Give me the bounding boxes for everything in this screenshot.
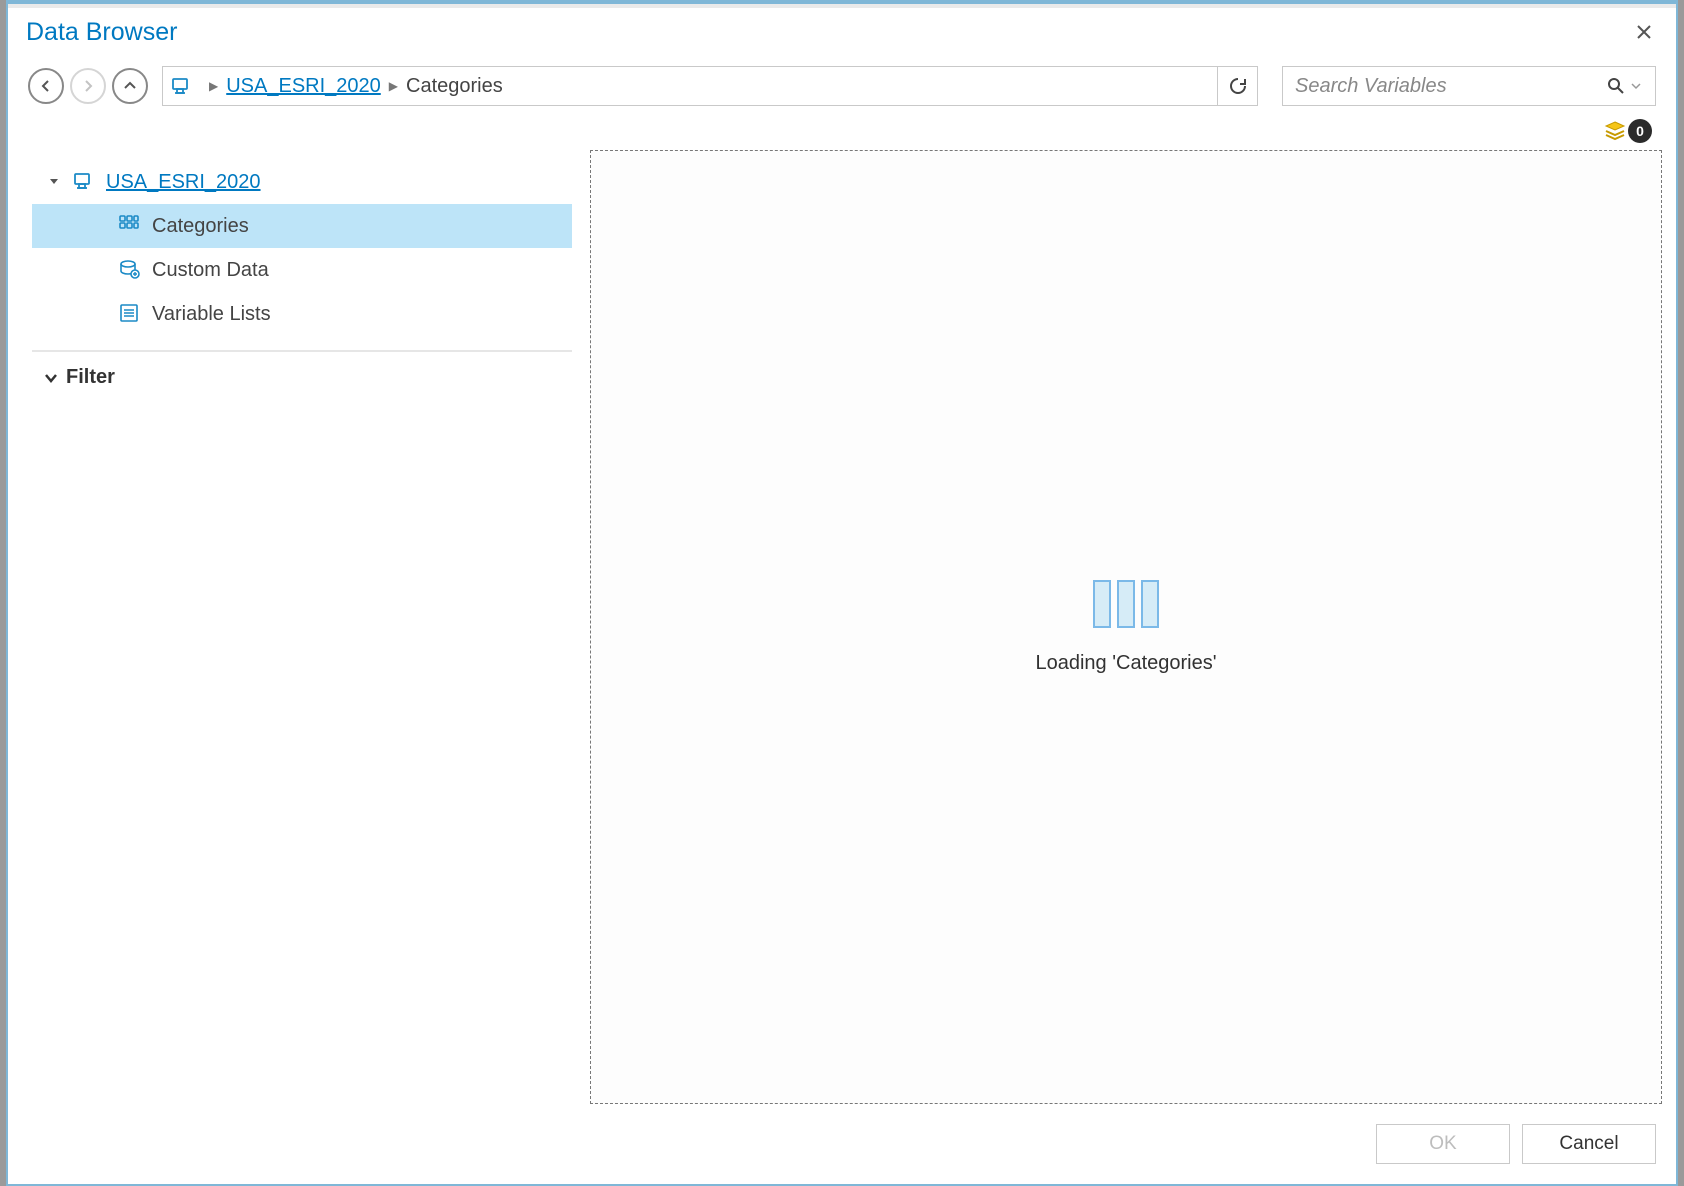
refresh-icon bbox=[1228, 76, 1248, 96]
filter-section-label: Filter bbox=[66, 366, 115, 389]
content-pane: Loading 'Categories' bbox=[590, 150, 1662, 1104]
back-button[interactable] bbox=[28, 68, 64, 104]
loading-bar-icon bbox=[1141, 580, 1159, 628]
tree-item-label: Categories bbox=[152, 215, 249, 238]
loading-text: Loading 'Categories' bbox=[1035, 652, 1216, 675]
data-browser-dialog: Data Browser ▶ USA_ESRI_2020 ▶ bbox=[6, 0, 1678, 1186]
search-icon bbox=[1607, 77, 1625, 95]
search-button[interactable] bbox=[1607, 77, 1625, 95]
tree-item-custom-data[interactable]: Custom Data bbox=[32, 248, 572, 292]
variable-lists-icon bbox=[118, 302, 142, 326]
arrow-right-icon bbox=[81, 79, 95, 93]
window-title: Data Browser bbox=[26, 18, 177, 47]
custom-data-icon bbox=[118, 258, 142, 282]
filter-section-toggle[interactable]: Filter bbox=[32, 352, 572, 403]
selection-count: 0 bbox=[1628, 119, 1652, 143]
tree-root[interactable]: USA_ESRI_2020 bbox=[32, 160, 572, 204]
sidebar: USA_ESRI_2020 bbox=[32, 150, 572, 1104]
tree-root-label[interactable]: USA_ESRI_2020 bbox=[106, 171, 261, 194]
cancel-button[interactable]: Cancel bbox=[1522, 1124, 1656, 1164]
selection-badge-row: 0 bbox=[8, 112, 1676, 150]
loading-spinner bbox=[1093, 580, 1159, 628]
title-bar: Data Browser bbox=[8, 4, 1676, 60]
breadcrumb-database-link[interactable]: USA_ESRI_2020 bbox=[226, 75, 381, 98]
close-button[interactable] bbox=[1630, 18, 1658, 46]
database-icon bbox=[171, 75, 193, 97]
breadcrumb-current: Categories bbox=[406, 75, 503, 98]
chevron-down-icon bbox=[1631, 81, 1641, 91]
search-box[interactable] bbox=[1282, 66, 1656, 106]
database-icon bbox=[72, 170, 96, 194]
tree-item-label: Custom Data bbox=[152, 259, 269, 282]
categories-icon bbox=[118, 214, 142, 238]
search-dropdown[interactable] bbox=[1631, 81, 1645, 91]
close-icon bbox=[1636, 24, 1652, 40]
tree-item-categories[interactable]: Categories bbox=[32, 204, 572, 248]
forward-button bbox=[70, 68, 106, 104]
breadcrumb-separator: ▶ bbox=[389, 79, 398, 93]
search-input[interactable] bbox=[1293, 74, 1607, 99]
tree-item-label: Variable Lists bbox=[152, 303, 271, 326]
ok-button-label: OK bbox=[1429, 1133, 1456, 1155]
selected-variables-badge[interactable]: 0 bbox=[1604, 119, 1652, 143]
arrow-up-icon bbox=[123, 79, 137, 93]
arrow-left-icon bbox=[39, 79, 53, 93]
refresh-button[interactable] bbox=[1217, 67, 1257, 105]
window-top-border bbox=[8, 4, 1676, 8]
tree-item-variable-lists[interactable]: Variable Lists bbox=[32, 292, 572, 336]
layers-icon bbox=[1604, 120, 1626, 142]
collapse-icon[interactable] bbox=[48, 176, 62, 188]
up-button[interactable] bbox=[112, 68, 148, 104]
tree-view: USA_ESRI_2020 bbox=[32, 150, 572, 352]
breadcrumb-separator: ▶ bbox=[209, 79, 218, 93]
dialog-footer: OK Cancel bbox=[8, 1118, 1676, 1184]
navigation-toolbar: ▶ USA_ESRI_2020 ▶ Categories bbox=[8, 60, 1676, 112]
cancel-button-label: Cancel bbox=[1559, 1133, 1618, 1155]
address-bar[interactable]: ▶ USA_ESRI_2020 ▶ Categories bbox=[162, 66, 1258, 106]
ok-button: OK bbox=[1376, 1124, 1510, 1164]
loading-bar-icon bbox=[1093, 580, 1111, 628]
main-area: USA_ESRI_2020 bbox=[8, 150, 1676, 1118]
chevron-down-icon bbox=[44, 371, 58, 385]
loading-bar-icon bbox=[1117, 580, 1135, 628]
